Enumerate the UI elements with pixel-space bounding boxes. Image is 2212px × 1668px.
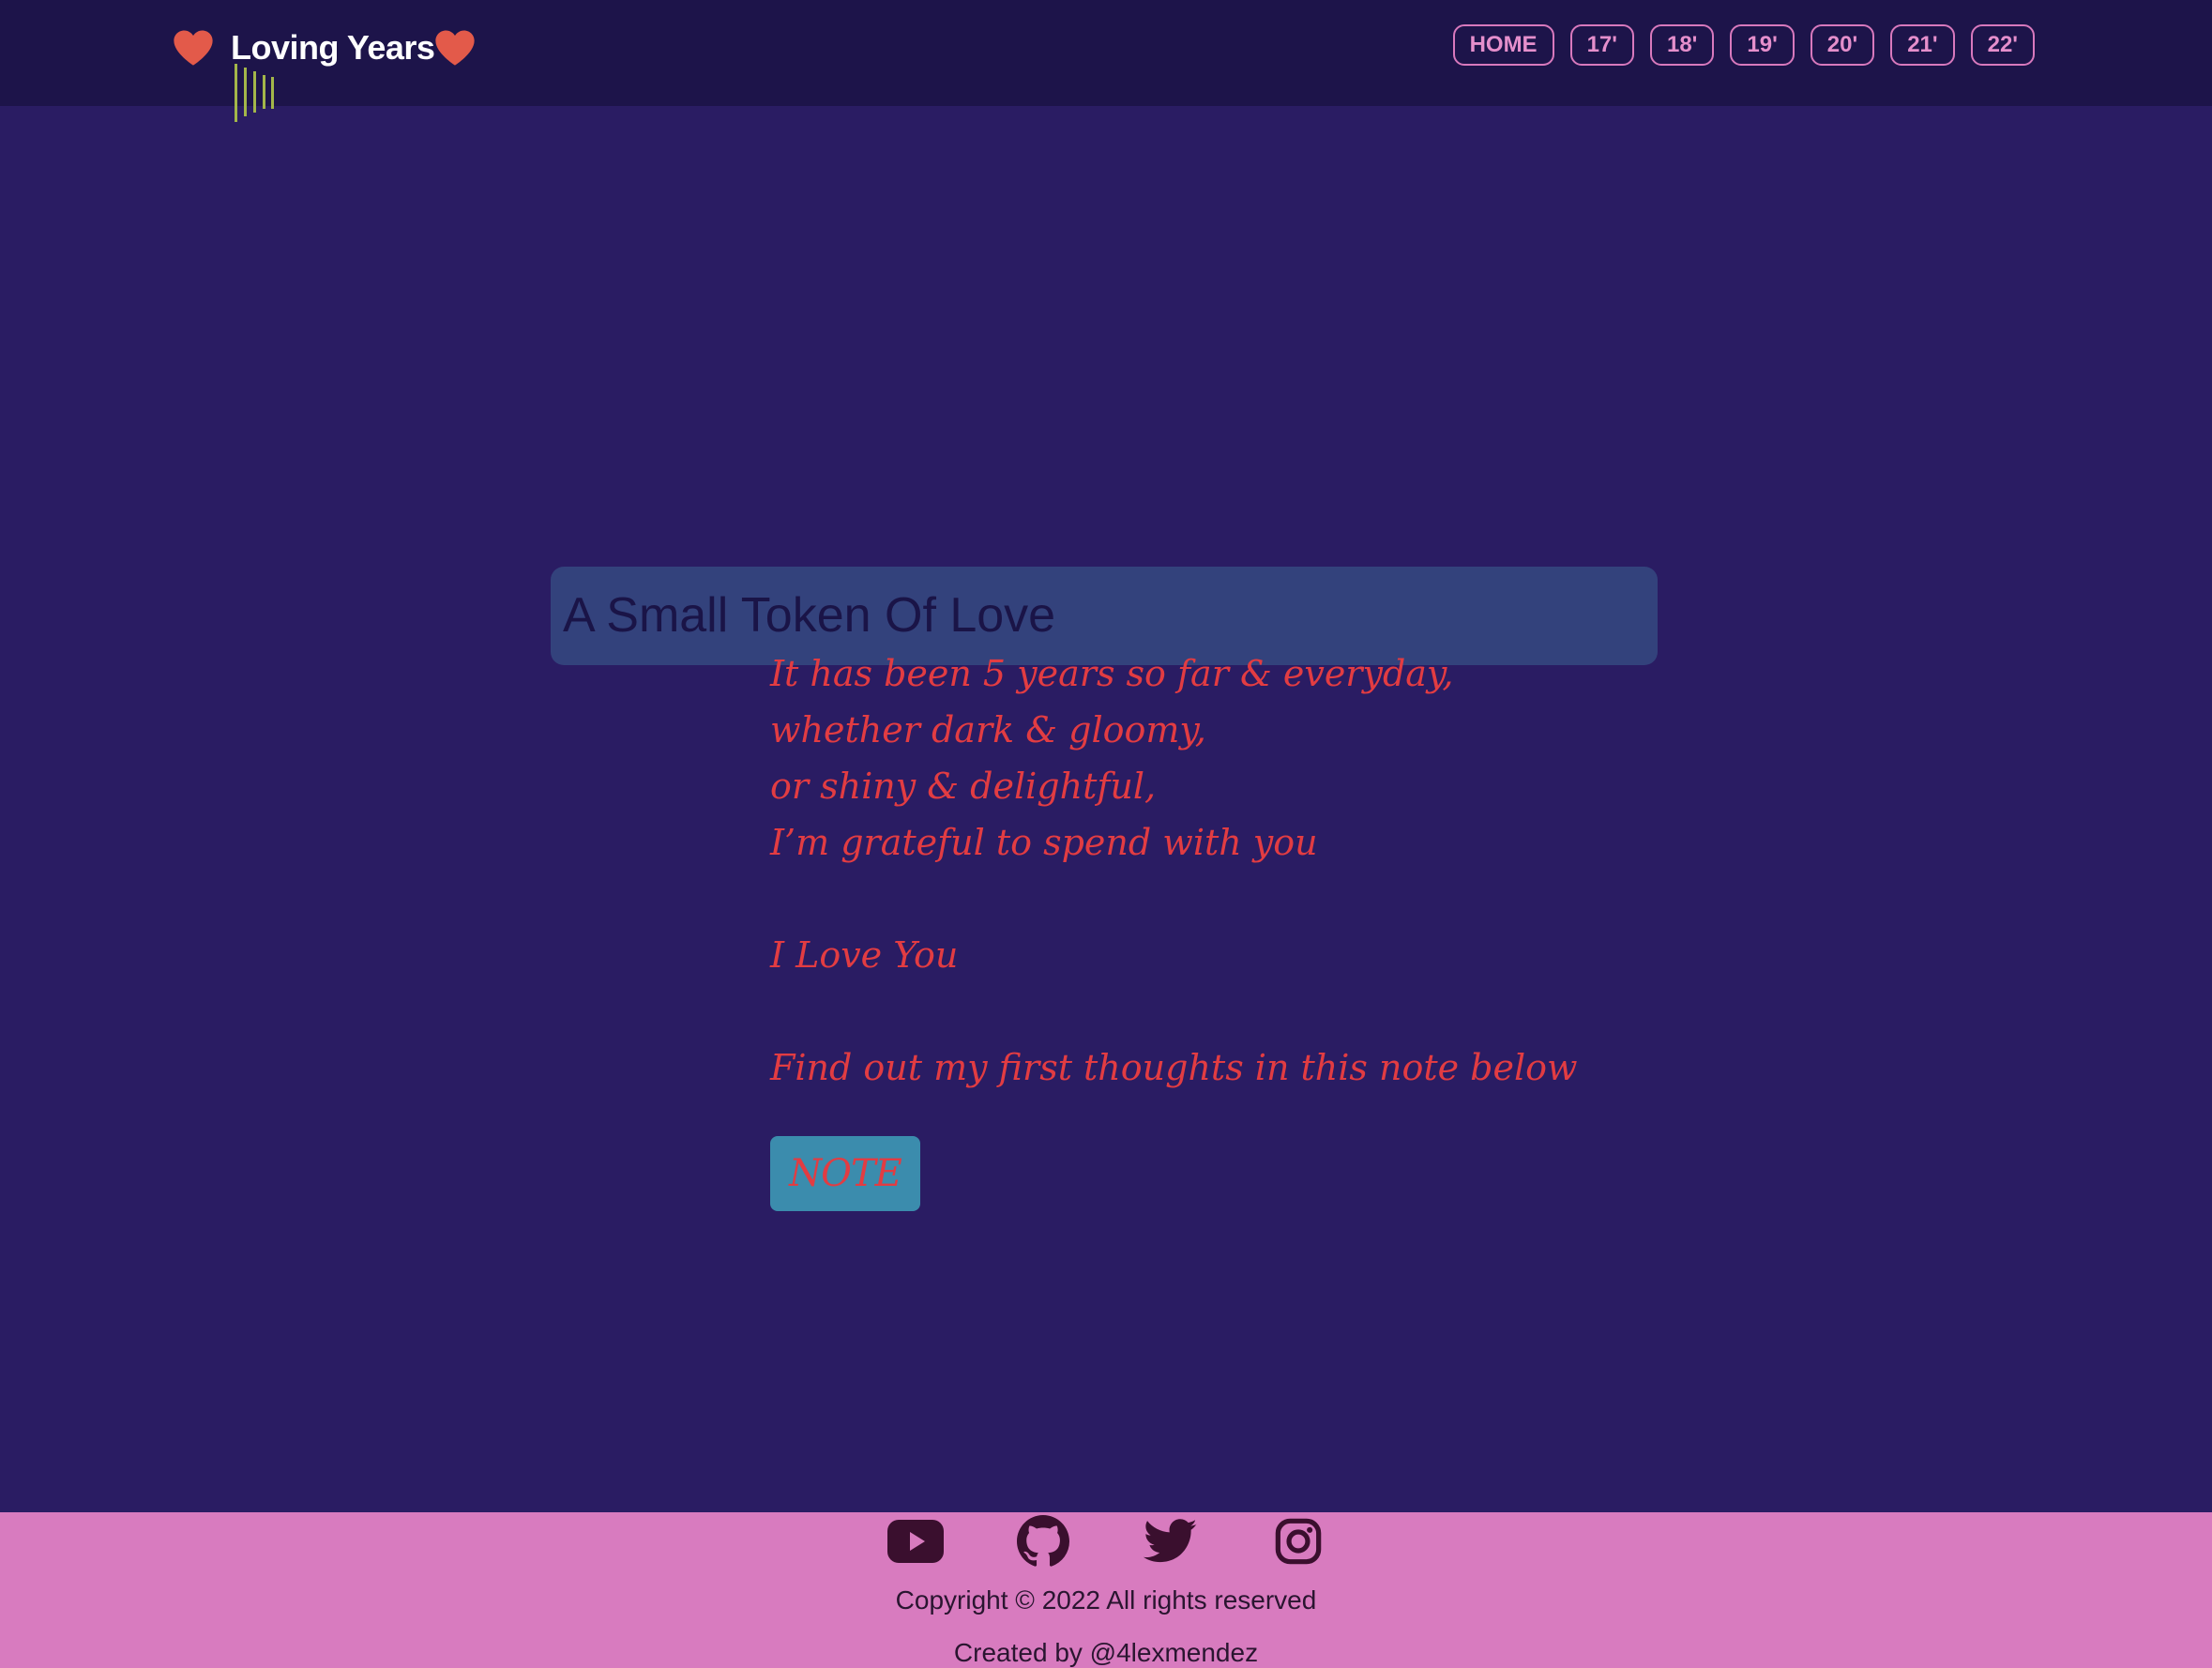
nav-2019-button[interactable]: 19' bbox=[1730, 24, 1795, 66]
nav-2018-button[interactable]: 18' bbox=[1649, 24, 1715, 66]
poem-line: or shiny & delightful, bbox=[770, 766, 1157, 807]
nav-home-button[interactable]: HOME bbox=[1452, 24, 1554, 66]
nav-2021-button[interactable]: 21' bbox=[1890, 24, 1955, 66]
poem: It has been 5 years so far & everyday, w… bbox=[770, 645, 1578, 1096]
copyright-text: Copyright © 2022 All rights reserved bbox=[895, 1585, 1317, 1615]
heart-icon bbox=[173, 29, 214, 67]
heart-icon bbox=[434, 29, 476, 67]
nav-2017-button[interactable]: 17' bbox=[1569, 24, 1634, 66]
page-title: A Small Token Of Love bbox=[563, 588, 1056, 643]
poem-line-love: I Love You bbox=[770, 934, 959, 976]
poem-line-note-hint: Find out my first thoughts in this note … bbox=[770, 1047, 1578, 1088]
nav-2022-button[interactable]: 22' bbox=[1970, 24, 2035, 66]
twitter-icon[interactable] bbox=[1143, 1515, 1199, 1568]
nav-2020-button[interactable]: 20' bbox=[1810, 24, 1875, 66]
top-navbar: Loving Years HOME 17' 18' 19' 20' 21' 22… bbox=[0, 0, 2212, 122]
music-bars-icon bbox=[232, 62, 279, 124]
github-icon[interactable] bbox=[1015, 1515, 1071, 1568]
youtube-icon[interactable] bbox=[887, 1515, 944, 1568]
year-nav: HOME 17' 18' 19' 20' 21' 22' bbox=[1452, 24, 2035, 66]
created-by-text: Created by @4lexmendez bbox=[953, 1638, 1259, 1667]
brand[interactable]: Loving Years bbox=[173, 24, 476, 71]
poem-line: I’m grateful to spend with you bbox=[770, 822, 1318, 863]
instagram-icon[interactable] bbox=[1270, 1515, 1326, 1568]
note-button[interactable]: NOTE bbox=[770, 1136, 920, 1211]
poem-line: whether dark & gloomy, bbox=[770, 709, 1206, 751]
social-links bbox=[887, 1515, 1326, 1568]
poem-line: It has been 5 years so far & everyday, bbox=[770, 653, 1454, 694]
footer: Copyright © 2022 All rights reserved Cre… bbox=[0, 1512, 2212, 1668]
